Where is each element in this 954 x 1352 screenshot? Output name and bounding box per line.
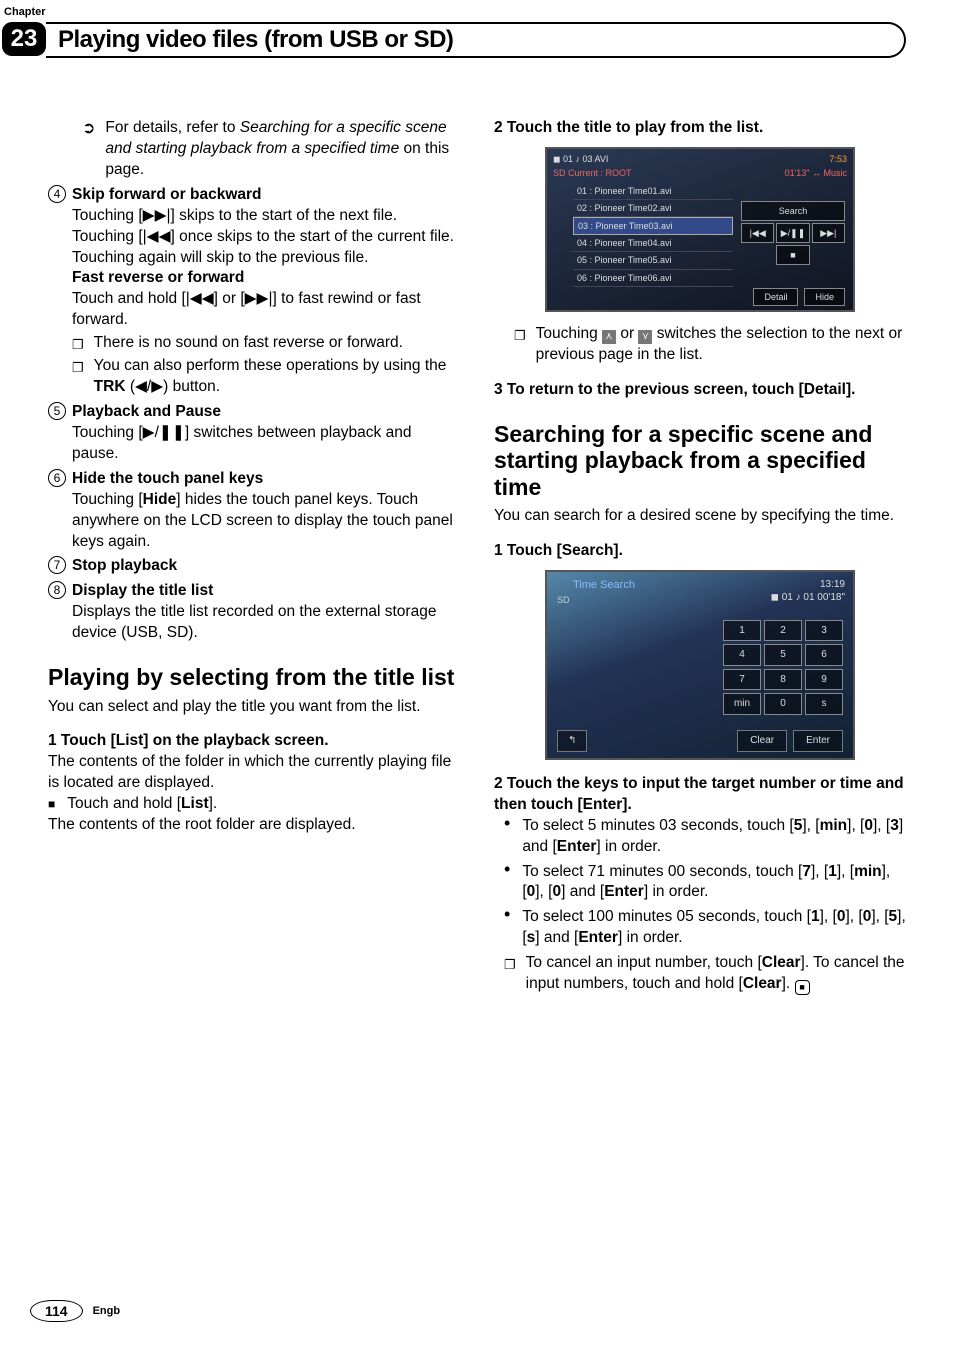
item-6-body: Touching [Hide] hides the touch panel ke… xyxy=(72,490,460,553)
left-column: ➲ For details, refer to Searching for a … xyxy=(48,118,460,995)
stop-button[interactable]: ■ xyxy=(776,245,809,265)
time-examples: • To select 5 minutes 03 seconds, touch … xyxy=(504,816,906,950)
play-pause-button[interactable]: ▶/❚❚ xyxy=(776,223,809,243)
item-4-body: Touching [▶▶|] skips to the start of the… xyxy=(72,206,460,269)
screenshot-time-search: Time Search 13:19 ◼ 01 ♪ 01 00'18" SD 12… xyxy=(545,570,855,760)
item-4-note-1: ❐ There is no sound on fast reverse or f… xyxy=(72,333,460,354)
note-icon: ❐ xyxy=(72,336,84,354)
file-list: 01 : Pioneer Time01.avi 02 : Pioneer Tim… xyxy=(573,183,733,287)
example-1: • To select 5 minutes 03 seconds, touch … xyxy=(504,816,906,858)
note-icon: ❐ xyxy=(72,359,84,398)
key-min[interactable]: min xyxy=(723,693,761,715)
item-5-body: Touching [▶/❚❚] switches between playbac… xyxy=(72,423,460,465)
item-4-subtitle: Fast reverse or forward xyxy=(72,268,460,289)
item-4: 4 Skip forward or backward Touching [▶▶|… xyxy=(48,185,460,398)
end-section-icon: ■ xyxy=(795,980,810,995)
region-label: Engb xyxy=(93,1305,121,1317)
header-bar: Playing video files (from USB or SD) xyxy=(46,22,906,58)
marker-7-icon: 7 xyxy=(48,556,66,574)
item-7: 7 Stop playback xyxy=(48,556,460,577)
right-column: 2 Touch the title to play from the list.… xyxy=(494,118,906,995)
item-5-title: Playback and Pause xyxy=(72,402,460,423)
item-4-note-2: ❐ You can also perform these operations … xyxy=(72,356,460,398)
key-0[interactable]: 0 xyxy=(764,693,802,715)
step-3-label: 3 To return to the previous screen, touc… xyxy=(494,380,906,401)
step-1-bullet: ■ Touch and hold [List]. xyxy=(48,794,460,815)
item-7-title: Stop playback xyxy=(72,556,460,577)
key-3[interactable]: 3 xyxy=(805,620,843,642)
page-up-icon: ⋏ xyxy=(602,330,616,344)
numeric-keypad: 123 456 789 min0s xyxy=(723,620,843,718)
clear-note: ❐ To cancel an input number, touch [Clea… xyxy=(504,953,906,995)
note-icon: ❐ xyxy=(514,327,526,366)
marker-5-icon: 5 xyxy=(48,402,66,420)
hide-button[interactable]: Hide xyxy=(804,288,845,306)
reference-arrow-icon: ➲ xyxy=(82,118,95,181)
key-s[interactable]: s xyxy=(805,693,843,715)
step-1-body: The contents of the folder in which the … xyxy=(48,752,460,794)
playback-controls: Search |◀◀ ▶/❚❚ ▶▶| .■. xyxy=(741,201,845,267)
item-8-body: Displays the title list recorded on the … xyxy=(72,602,460,644)
step-1-after: The contents of the root folder are disp… xyxy=(48,815,460,836)
s2-step-2: 2 Touch the keys to input the target num… xyxy=(494,774,906,816)
sd-label: SD xyxy=(557,594,570,606)
page-footer: 114 Engb xyxy=(30,1300,120,1322)
key-7[interactable]: 7 xyxy=(723,669,761,691)
clear-button[interactable]: Clear xyxy=(737,730,787,752)
step-1-label: 1 Touch [List] on the playback screen. xyxy=(48,731,460,752)
key-4[interactable]: 4 xyxy=(723,644,761,666)
key-6[interactable]: 6 xyxy=(805,644,843,666)
marker-4-icon: 4 xyxy=(48,185,66,203)
step-2-note: ❐ Touching ⋏ or ⋎ switches the selection… xyxy=(514,324,906,366)
square-bullet-icon: ■ xyxy=(48,797,55,811)
note-icon: ❐ xyxy=(504,956,516,995)
page-number: 114 xyxy=(30,1300,83,1322)
item-6: 6 Hide the touch panel keys Touching [Hi… xyxy=(48,469,460,553)
item-5: 5 Playback and Pause Touching [▶/❚❚] swi… xyxy=(48,402,460,465)
key-8[interactable]: 8 xyxy=(764,669,802,691)
key-9[interactable]: 9 xyxy=(805,669,843,691)
bullet-icon: • xyxy=(504,862,510,904)
reference-text: For details, refer to Searching for a sp… xyxy=(105,118,460,181)
item-6-title: Hide the touch panel keys xyxy=(72,469,460,490)
s2-step-1: 1 Touch [Search]. xyxy=(494,541,906,562)
page-down-icon: ⋎ xyxy=(638,330,652,344)
chapter-number-badge: 23 xyxy=(2,22,46,56)
next-button[interactable]: ▶▶| xyxy=(812,223,845,243)
marker-8-icon: 8 xyxy=(48,581,66,599)
key-2[interactable]: 2 xyxy=(764,620,802,642)
bullet-icon: • xyxy=(504,907,510,949)
search-button[interactable]: Search xyxy=(741,201,845,221)
section-2-intro: You can search for a desired scene by sp… xyxy=(494,506,906,527)
chapter-label: Chapter xyxy=(4,6,46,18)
section-title-list: Playing by selecting from the title list xyxy=(48,664,460,690)
key-1[interactable]: 1 xyxy=(723,620,761,642)
item-4-title: Skip forward or backward xyxy=(72,185,460,206)
section-title-search: Searching for a specific scene and start… xyxy=(494,421,906,500)
item-8: 8 Display the title list Displays the ti… xyxy=(48,581,460,644)
example-3: • To select 100 minutes 05 seconds, touc… xyxy=(504,907,906,949)
prev-button[interactable]: |◀◀ xyxy=(741,223,774,243)
item-8-title: Display the title list xyxy=(72,581,460,602)
back-button[interactable]: ↰ xyxy=(557,730,587,752)
step-2-label: 2 Touch the title to play from the list. xyxy=(494,118,906,139)
enter-button[interactable]: Enter xyxy=(793,730,843,752)
marker-6-icon: 6 xyxy=(48,469,66,487)
item-4-subbody: Touch and hold [|◀◀] or [▶▶|] to fast re… xyxy=(72,289,460,331)
key-5[interactable]: 5 xyxy=(764,644,802,666)
page-title: Playing video files (from USB or SD) xyxy=(58,26,453,54)
section-intro: You can select and play the title you wa… xyxy=(48,697,460,718)
cross-reference: ➲ For details, refer to Searching for a … xyxy=(82,118,460,181)
example-2: • To select 71 minutes 00 seconds, touch… xyxy=(504,862,906,904)
detail-button[interactable]: Detail xyxy=(753,288,798,306)
screenshot-title-list: ◼ 01 ♪ 03 AVI7:53 SD Current : ROOT01'13… xyxy=(545,147,855,312)
bullet-icon: • xyxy=(504,816,510,858)
